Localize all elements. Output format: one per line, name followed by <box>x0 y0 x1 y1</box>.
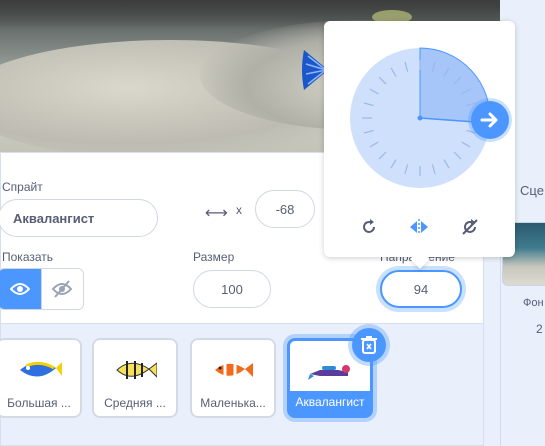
x-position-icon: ⟷ <box>205 205 228 222</box>
sprite-tile[interactable]: Большая ... <box>0 338 82 418</box>
big-fish-icon <box>20 361 62 377</box>
sprite-name: Средняя ... <box>104 396 166 410</box>
left-right-icon <box>410 219 428 235</box>
sprite-name-field[interactable]: Аквалангист <box>0 199 158 237</box>
sprite-tile[interactable]: Маленька... <box>190 338 276 418</box>
sprite-tile[interactable]: Средняя ... <box>92 338 178 418</box>
direction-field[interactable]: 94 <box>380 270 462 308</box>
size-label: Размер <box>193 250 235 264</box>
direction-dial[interactable] <box>349 47 491 189</box>
show-label: Показать <box>2 250 54 264</box>
arrow-right-icon <box>480 112 498 128</box>
stage-pane-label: Сце <box>520 183 544 198</box>
x-position-field[interactable]: -68 <box>255 190 315 228</box>
delete-sprite-button[interactable] <box>352 328 386 362</box>
sprite-name: Большая ... <box>7 396 71 410</box>
sprite-name: Маленька... <box>200 396 266 410</box>
medium-fish-icon <box>116 361 157 379</box>
eye-icon <box>9 283 30 295</box>
backdrops-count: 2 <box>536 322 543 336</box>
left-right-button[interactable] <box>406 214 432 240</box>
dont-rotate-button[interactable] <box>457 214 483 240</box>
x-label: x <box>236 203 242 217</box>
small-fish-icon <box>215 361 253 379</box>
trash-icon <box>361 336 377 354</box>
dont-rotate-icon <box>462 219 478 235</box>
hide-button[interactable] <box>40 269 83 309</box>
sprite-name: Аквалангист <box>295 395 365 409</box>
show-button[interactable] <box>0 269 41 309</box>
rotation-style-toolbar <box>324 214 515 240</box>
rotate-all-around-button[interactable] <box>356 214 382 240</box>
direction-handle[interactable] <box>471 101 509 139</box>
visibility-toggle <box>0 268 84 310</box>
size-field[interactable]: 100 <box>193 270 271 308</box>
eye-slash-icon <box>52 280 73 298</box>
backdrops-label: Фон <box>523 297 544 309</box>
diver-icon <box>308 365 350 380</box>
rotate-all-around-icon <box>363 219 375 233</box>
sprite-label: Спрайт <box>2 180 43 194</box>
